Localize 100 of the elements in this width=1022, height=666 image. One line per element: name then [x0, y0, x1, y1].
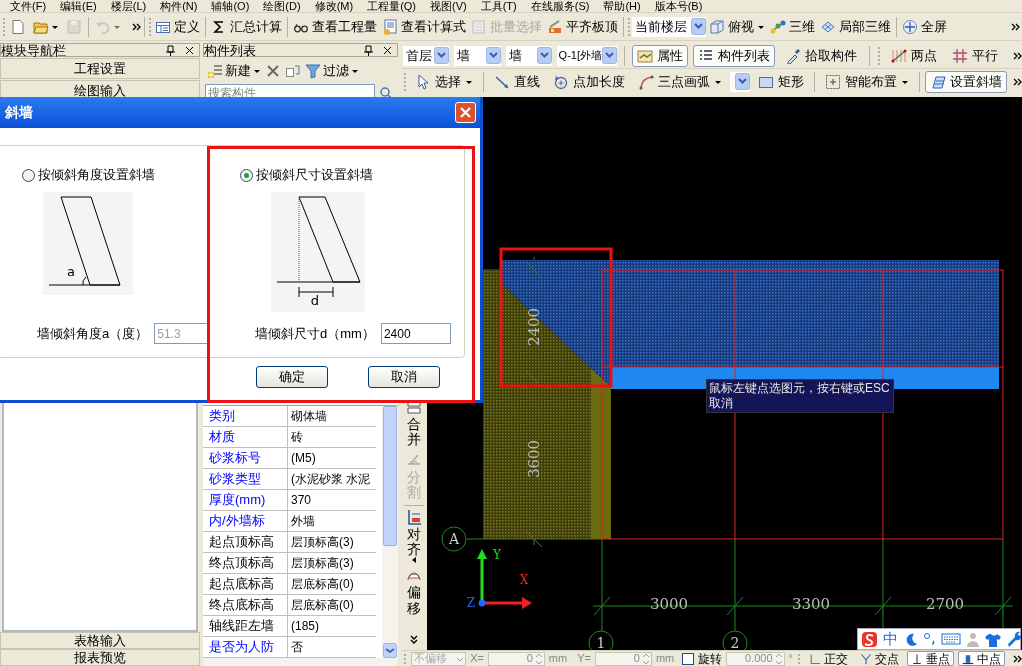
toolbar-button[interactable]: 点加长度: [548, 70, 630, 93]
empty-dropdown[interactable]: [730, 71, 750, 92]
property-value[interactable]: 层顶标高(3): [288, 532, 376, 553]
chevron-icon: [1011, 22, 1020, 31]
nav-section-button[interactable]: 报表预览: [0, 649, 200, 666]
menu-item[interactable]: 版本号(B): [654, 0, 703, 12]
toolbar-button[interactable]: 汇总计算: [209, 14, 284, 39]
property-name: 砂浆类型: [203, 469, 288, 490]
caret-icon: [113, 23, 121, 30]
menu-item[interactable]: 工程量(Q): [367, 0, 416, 12]
dialog-button[interactable]: 取消: [368, 366, 440, 388]
rotate-icon: [553, 73, 569, 90]
axis-bubble[interactable]: [722, 630, 748, 650]
property-name: 内/外墙标: [203, 511, 288, 532]
dialog-button[interactable]: 确定: [256, 366, 328, 388]
caret-icon: [51, 23, 59, 30]
toolbar-button[interactable]: 查看计算式: [380, 14, 468, 39]
property-value[interactable]: (M5): [288, 448, 376, 469]
search-button[interactable]: [379, 85, 393, 100]
type-dropdown[interactable]: 首层: [403, 45, 449, 66]
floor-scope-dropdown[interactable]: 当前楼层: [632, 16, 706, 37]
menu-item[interactable]: 构件(N): [160, 0, 198, 12]
nav-section-button[interactable]: 工程设置: [0, 58, 200, 79]
delete-button[interactable]: [265, 63, 281, 79]
toolbar-button[interactable]: 俯视: [707, 14, 767, 39]
menu-item[interactable]: 视图(V): [430, 0, 467, 12]
toolbar-button[interactable]: 定义: [153, 14, 202, 39]
toolbar-button[interactable]: 全屏: [900, 14, 949, 39]
toolbar-button[interactable]: 构件列表: [693, 44, 775, 67]
grip-icon: [148, 16, 152, 37]
double-chevron-down-icon: [410, 635, 418, 644]
wall-outline[interactable]: [601, 269, 1004, 540]
type-dropdown[interactable]: 墙: [505, 45, 552, 66]
property-value[interactable]: 层顶标高(3): [288, 553, 376, 574]
snap-button[interactable]: 中点: [958, 651, 1005, 666]
toolbar-button[interactable]: 属性: [632, 44, 688, 67]
side-tool-button[interactable]: 偏移: [406, 567, 422, 617]
toolbar-button[interactable]: 三点画弧: [633, 70, 727, 93]
menu-item[interactable]: 辅轴(O): [211, 0, 250, 12]
input-field[interactable]: 2400: [380, 323, 451, 344]
property-value[interactable]: (185): [288, 616, 376, 637]
chevron-icon: [1013, 654, 1022, 663]
rotate-checkbox[interactable]: [682, 652, 694, 665]
pin-icon: [363, 44, 374, 56]
copy-button[interactable]: [285, 63, 301, 79]
toolbar-button[interactable]: 直线: [489, 70, 545, 93]
axis-bubble[interactable]: [588, 630, 614, 650]
menu-item[interactable]: 工具(T): [480, 0, 517, 12]
menu-item[interactable]: 文件(F): [10, 0, 47, 12]
scrollbar[interactable]: [203, 658, 398, 666]
snap-button[interactable]: 垂点: [907, 651, 954, 666]
slanted-wall-icon: [930, 73, 946, 90]
radio-button[interactable]: [240, 168, 253, 182]
toolbar-button[interactable]: 三维: [768, 14, 817, 39]
dimension-text: 3000: [649, 595, 689, 613]
property-value[interactable]: 层底标高(0): [288, 595, 376, 616]
property-value[interactable]: 砌体墙: [288, 406, 376, 427]
slanted-wall-area[interactable]: [483, 270, 591, 539]
wrench-icon: [1006, 631, 1022, 647]
side-tool-button[interactable]: 合并: [406, 399, 422, 448]
grip-icon: [2, 16, 6, 37]
toolbar-button[interactable]: 局部三维: [818, 14, 893, 39]
property-value[interactable]: 外墙: [288, 511, 376, 532]
property-value[interactable]: (水泥砂浆 水泥: [288, 469, 376, 490]
ucs-axes-icon: [477, 549, 532, 609]
menu-item[interactable]: 在线服务(S): [530, 0, 590, 12]
toolbar-button[interactable]: 平行: [947, 44, 1003, 67]
menu-item[interactable]: 楼层(L): [110, 0, 147, 12]
property-name: 终点顶标高: [203, 553, 288, 574]
type-dropdown[interactable]: Q-1[外墙: [556, 45, 617, 66]
toolbar-button[interactable]: 设置斜墙: [925, 70, 1007, 93]
type-dropdown[interactable]: 墙: [453, 45, 501, 66]
toolbar-button[interactable]: 矩形: [753, 70, 809, 93]
side-tool-button[interactable]: 对齐: [406, 508, 422, 564]
drawing-canvas[interactable]: 2400 3600 3000 3300 2700 A 1 2 Y X Z 鼠标左键点选图元，按右键或ESC取消 中: [427, 97, 1022, 650]
nav-section-button[interactable]: 表格输入: [0, 632, 200, 649]
menu-item[interactable]: 编辑(E): [60, 0, 97, 12]
toolbar-button[interactable]: 新建: [207, 61, 261, 81]
close-button[interactable]: [455, 102, 476, 123]
property-value[interactable]: 层底标高(0): [288, 574, 376, 595]
toolbar-button[interactable]: 查看工程量: [291, 14, 379, 39]
menu-item[interactable]: 绘图(D): [263, 0, 301, 12]
toolbar-button[interactable]: 拾取构件: [780, 44, 862, 67]
menu-item[interactable]: 帮助(H): [603, 0, 641, 12]
radio-option[interactable]: 按倾斜角度设置斜墙: [22, 167, 210, 183]
shirt-icon: [985, 631, 1001, 647]
property-value[interactable]: 370: [288, 490, 376, 511]
axis-bubble[interactable]: [441, 526, 467, 552]
radio-button[interactable]: [22, 168, 35, 182]
toolbar-button[interactable]: 选择: [410, 70, 478, 93]
property-value[interactable]: 砖: [288, 427, 376, 448]
snap-button[interactable]: 交点: [856, 651, 903, 666]
toolbar-button[interactable]: 过滤: [305, 61, 359, 81]
toolbar-button[interactable]: 两点: [886, 44, 942, 67]
snap-button[interactable]: 正交: [805, 651, 852, 666]
toolbar-button[interactable]: 智能布置: [820, 70, 914, 93]
menu-item[interactable]: 修改(M): [314, 0, 354, 12]
scrollbar[interactable]: [382, 406, 398, 658]
input-mode-text[interactable]: 中: [883, 630, 898, 648]
toolbar-button[interactable]: 平齐板顶: [545, 14, 620, 39]
